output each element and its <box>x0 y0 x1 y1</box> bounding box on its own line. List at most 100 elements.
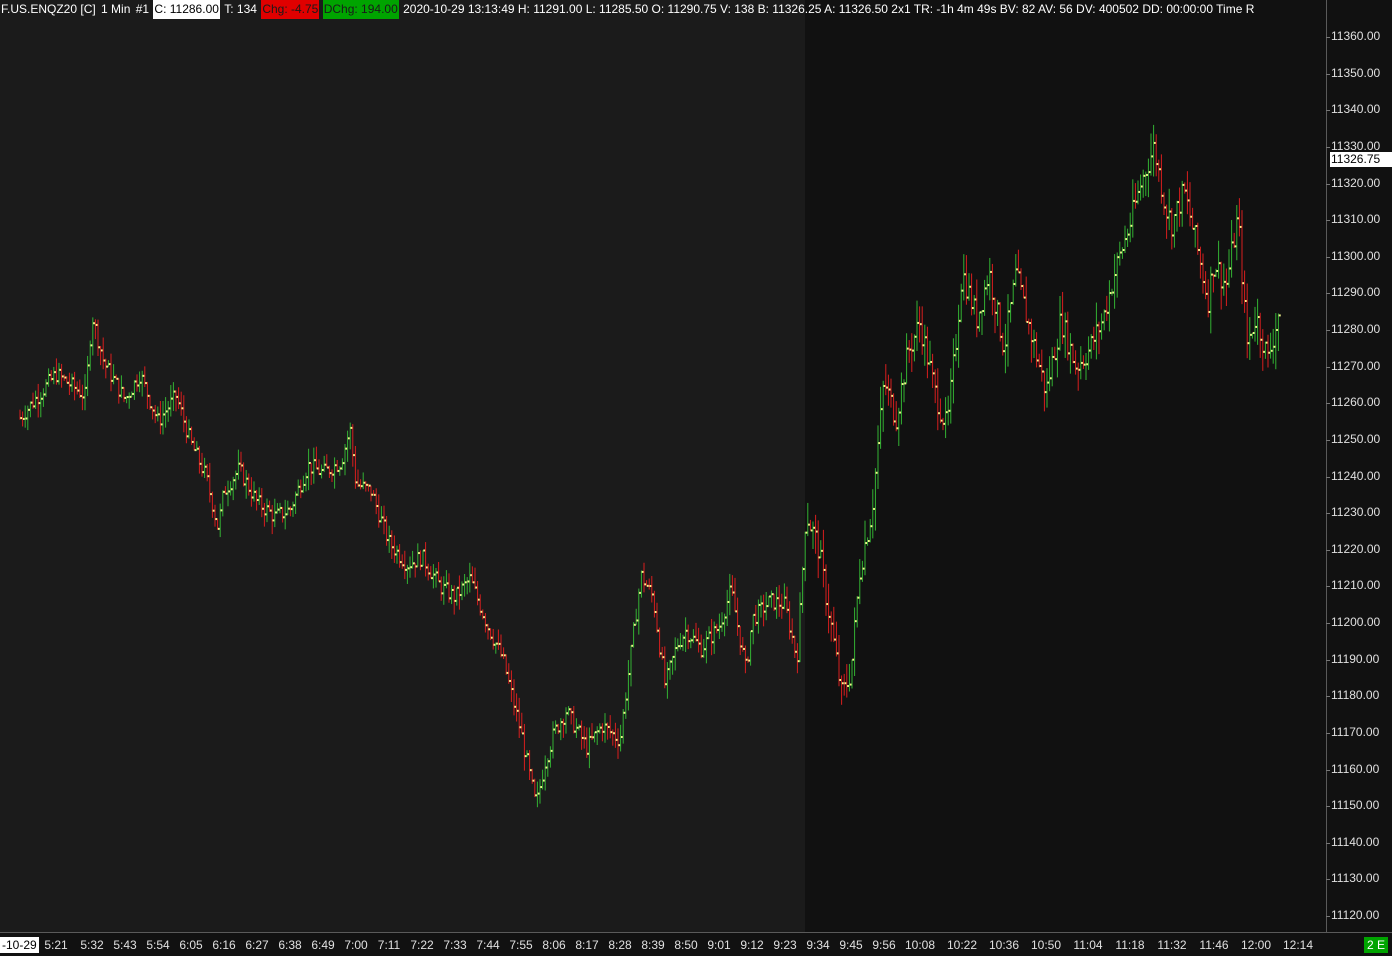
close-dot <box>610 731 613 734</box>
close-dot <box>207 475 210 478</box>
close-dot <box>178 402 181 405</box>
close-dot <box>605 723 608 726</box>
close-dot <box>730 585 733 588</box>
price-tick-mark <box>1326 769 1330 771</box>
close-dot <box>930 360 933 363</box>
close-dot <box>548 760 551 763</box>
close-dot <box>386 539 389 542</box>
close-dot <box>480 610 483 613</box>
close-dot <box>701 655 704 658</box>
close-dot <box>1112 291 1115 294</box>
close-dot <box>626 698 629 701</box>
close-dot <box>236 472 239 475</box>
close-dot <box>314 459 317 462</box>
close-dot <box>1031 340 1034 343</box>
close-dot <box>1135 200 1138 203</box>
close-dot <box>618 744 621 747</box>
close-dot <box>1250 333 1253 336</box>
close-dot <box>288 507 291 510</box>
symbol-label[interactable]: F.US.ENQZ20 [C] <box>0 0 97 19</box>
close-dot <box>1026 321 1029 324</box>
close-dot <box>48 373 51 376</box>
time-axis[interactable]: -10-29 2 E 5:21 5:32 5:43 5:54 6:05 6:16 6:27 6… <box>0 932 1392 956</box>
time-tick-label: 9:23 <box>773 938 797 952</box>
close-dot <box>602 730 605 733</box>
close-dot <box>813 526 816 529</box>
close-dot <box>132 392 135 395</box>
close-dot <box>142 374 145 377</box>
close-dot <box>25 417 28 420</box>
close-dot <box>337 469 340 472</box>
close-dot <box>821 549 824 552</box>
close-dot <box>1021 285 1024 288</box>
price-tick-mark <box>1326 73 1330 75</box>
close-dot <box>1016 268 1019 271</box>
close-dot <box>306 476 309 479</box>
close-dot <box>927 362 930 365</box>
close-dot <box>477 598 480 601</box>
close-dot <box>1242 282 1245 285</box>
close-dot <box>865 542 868 545</box>
close-dot <box>558 730 561 733</box>
close-dot <box>745 658 748 661</box>
close-dot <box>389 534 392 537</box>
close-dot <box>688 640 691 643</box>
close-dot <box>215 518 218 521</box>
close-dot <box>85 386 88 389</box>
close-dot <box>472 581 475 584</box>
close-dot <box>1226 282 1229 285</box>
close-dot <box>319 473 322 476</box>
time-tick-label: 8:39 <box>641 938 665 952</box>
time-tick-label: 6:05 <box>179 938 203 952</box>
close-dot <box>826 603 829 606</box>
close-dot <box>1005 344 1008 347</box>
close-dot <box>1070 343 1073 346</box>
close-dot <box>615 738 618 741</box>
close-dot <box>870 525 873 528</box>
price-tick-mark <box>1326 806 1330 808</box>
interval-label[interactable]: 1 Min <box>100 0 131 19</box>
time-tick-label: 10:36 <box>988 938 1020 952</box>
close-dot <box>111 379 114 382</box>
close-dot <box>810 529 813 532</box>
close-dot <box>649 585 652 588</box>
close-dot <box>72 377 75 380</box>
time-tick-label: 8:06 <box>542 938 566 952</box>
close-dot <box>909 348 912 351</box>
day-change-value: DChg: 194.00 <box>322 0 399 19</box>
close-dot <box>251 496 254 499</box>
corner-badge[interactable]: 2 E <box>1364 937 1389 953</box>
close-dot <box>527 753 530 756</box>
close-dot <box>665 683 668 686</box>
close-dot <box>30 401 33 404</box>
close-dot <box>446 582 449 585</box>
close-dot <box>308 461 311 464</box>
close-dot <box>230 488 233 491</box>
close-dot <box>147 394 150 397</box>
price-chart[interactable] <box>0 0 1326 932</box>
close-dot <box>1042 370 1045 373</box>
close-dot <box>644 583 647 586</box>
close-dot <box>1047 381 1050 384</box>
close-dot <box>940 419 943 422</box>
close-dot <box>181 407 184 410</box>
close-dot <box>1221 286 1224 289</box>
close-dot <box>1078 368 1081 371</box>
price-axis[interactable]: 11360.00 11350.00 11340.00 11330.00 11320.00… <box>1326 0 1392 932</box>
close-dot <box>225 492 228 495</box>
chart-canvas[interactable] <box>0 0 1326 932</box>
close-dot <box>269 509 272 512</box>
time-tick-label: 7:44 <box>476 938 500 952</box>
close-dot <box>899 411 902 414</box>
close-dot <box>828 615 831 618</box>
close-dot <box>506 671 509 674</box>
close-dot <box>1270 349 1273 352</box>
close-dot <box>587 752 590 755</box>
close-dot <box>457 586 460 589</box>
close-dot <box>223 490 226 493</box>
pre-session-background <box>0 0 805 932</box>
time-tick-label: 11:18 <box>1115 938 1145 952</box>
close-dot <box>524 755 527 758</box>
close-dot <box>917 321 920 324</box>
close-dot <box>285 513 288 516</box>
